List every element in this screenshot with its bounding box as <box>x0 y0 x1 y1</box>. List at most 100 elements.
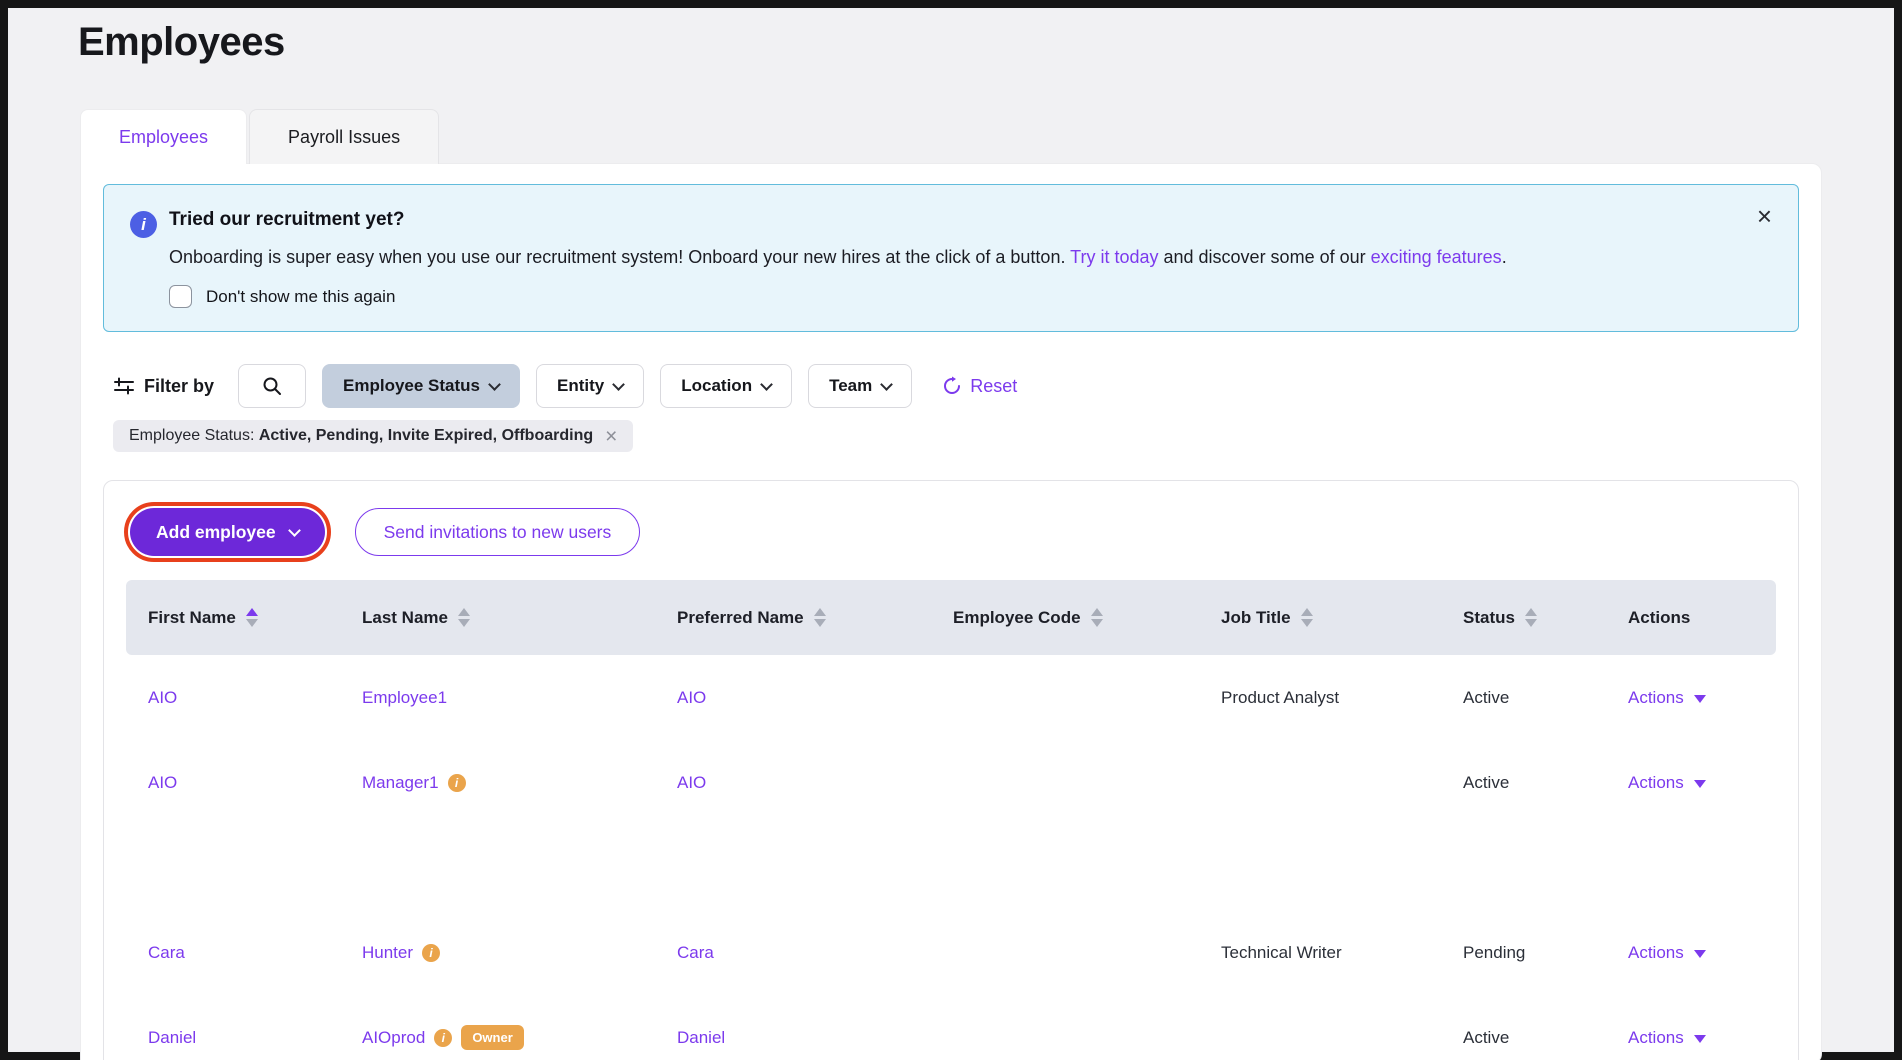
column-header-actions: Actions <box>1628 608 1776 628</box>
caret-down-icon <box>1694 695 1706 703</box>
column-header-status[interactable]: Status <box>1463 608 1628 628</box>
banner-text-2: and discover some of our <box>1159 247 1371 267</box>
column-header-job-title[interactable]: Job Title <box>1221 608 1463 628</box>
filter-team-label: Team <box>829 376 872 396</box>
status-cell: Active <box>1463 688 1628 708</box>
first-name-link[interactable]: AIO <box>148 773 362 793</box>
dont-show-again-label: Don't show me this again <box>206 287 395 307</box>
column-header-employee-code[interactable]: Employee Code <box>953 608 1221 628</box>
dont-show-again-row: Don't show me this again <box>169 285 395 308</box>
sort-icon[interactable] <box>246 608 258 627</box>
add-employee-highlight-ring: Add employee <box>124 502 331 562</box>
active-filters: Employee Status: Active, Pending, Invite… <box>113 420 1821 452</box>
table-toolbar: Add employee Send invitations to new use… <box>104 502 1798 562</box>
dont-show-again-checkbox[interactable] <box>169 285 192 308</box>
table-header: First Name Last Name Preferred Name Empl… <box>126 580 1776 655</box>
table-row: AIO Manager1 i AIO Active Actions <box>126 740 1776 825</box>
sort-icon[interactable] <box>1525 608 1537 627</box>
column-header-first-name[interactable]: First Name <box>148 608 362 628</box>
chevron-down-icon <box>288 524 301 537</box>
chevron-down-icon <box>760 378 773 391</box>
filter-sliders-icon <box>113 375 135 397</box>
column-header-preferred-name[interactable]: Preferred Name <box>677 608 953 628</box>
sort-icon[interactable] <box>1301 608 1313 627</box>
chevron-down-icon <box>612 378 625 391</box>
last-name-link[interactable]: Manager1 <box>362 773 439 793</box>
first-name-link[interactable]: Cara <box>148 943 362 963</box>
preferred-name-link[interactable]: Cara <box>677 943 953 963</box>
chevron-down-icon <box>488 378 501 391</box>
banner-title: Tried our recruitment yet? <box>169 209 404 231</box>
actions-menu-button[interactable]: Actions <box>1628 688 1776 708</box>
try-it-today-link[interactable]: Try it today <box>1070 247 1158 267</box>
banner-body: Onboarding is super easy when you use ou… <box>169 247 1507 268</box>
chevron-down-icon <box>880 378 893 391</box>
actions-menu-button[interactable]: Actions <box>1628 943 1776 963</box>
tab-employees[interactable]: Employees <box>80 109 247 164</box>
info-icon: i <box>130 211 157 238</box>
recruitment-banner: i Tried our recruitment yet? Onboarding … <box>103 184 1799 332</box>
table-row: Cara Hunter i Cara Technical Writer Pend… <box>126 910 1776 995</box>
add-employee-label: Add employee <box>156 522 276 543</box>
job-title-cell: Technical Writer <box>1221 943 1463 963</box>
info-icon[interactable]: i <box>448 774 466 792</box>
column-header-last-name[interactable]: Last Name <box>362 608 677 628</box>
employees-table-card: Add employee Send invitations to new use… <box>103 480 1799 1060</box>
caret-down-icon <box>1694 1035 1706 1043</box>
status-cell: Active <box>1463 1028 1628 1048</box>
reset-icon <box>942 376 962 396</box>
job-title-cell: Product Analyst <box>1221 688 1463 708</box>
preferred-name-link[interactable]: AIO <box>677 773 953 793</box>
preferred-name-link[interactable]: Daniel <box>677 1028 953 1048</box>
main-card: i Tried our recruitment yet? Onboarding … <box>80 163 1822 1060</box>
tab-bar: Employees Payroll Issues <box>80 109 439 164</box>
owner-badge: Owner <box>461 1025 523 1050</box>
search-button[interactable] <box>238 364 306 408</box>
chip-close-icon[interactable]: × <box>605 426 617 447</box>
employee-status-chip: Employee Status: Active, Pending, Invite… <box>113 420 633 452</box>
sort-icon[interactable] <box>458 608 470 627</box>
tab-payroll-issues-label: Payroll Issues <box>288 127 400 148</box>
filter-row: Filter by Employee Status Entity Locatio… <box>113 364 1821 408</box>
info-icon[interactable]: i <box>434 1029 452 1047</box>
filter-by: Filter by <box>113 375 214 397</box>
first-name-link[interactable]: Daniel <box>148 1028 362 1048</box>
status-cell: Active <box>1463 773 1628 793</box>
tab-payroll-issues[interactable]: Payroll Issues <box>249 109 439 164</box>
send-invitations-label: Send invitations to new users <box>384 522 612 543</box>
add-employee-button[interactable]: Add employee <box>130 508 325 556</box>
last-name-link[interactable]: Hunter <box>362 943 413 963</box>
sort-icon[interactable] <box>1091 608 1103 627</box>
status-cell: Pending <box>1463 943 1628 963</box>
actions-menu-button[interactable]: Actions <box>1628 773 1776 793</box>
filter-team-button[interactable]: Team <box>808 364 912 408</box>
info-icon[interactable]: i <box>422 944 440 962</box>
caret-down-icon <box>1694 950 1706 958</box>
filter-by-label: Filter by <box>144 376 214 397</box>
sort-icon[interactable] <box>814 608 826 627</box>
last-name-link[interactable]: AIOprod <box>362 1028 425 1048</box>
banner-close-icon[interactable]: × <box>1757 203 1772 229</box>
last-name-link[interactable]: Employee1 <box>362 688 447 708</box>
search-icon <box>262 376 282 396</box>
filter-location-button[interactable]: Location <box>660 364 792 408</box>
filter-employee-status-button[interactable]: Employee Status <box>322 364 520 408</box>
page: Employees Employees Payroll Issues i Tri… <box>8 8 1894 1052</box>
table-row: Daniel AIOprod i Owner Daniel Active Act… <box>126 995 1776 1060</box>
send-invitations-button[interactable]: Send invitations to new users <box>355 508 641 556</box>
reset-filters-button[interactable]: Reset <box>942 376 1017 397</box>
table-row: AIO Employee1 AIO Product Analyst Active… <box>126 655 1776 740</box>
preferred-name-link[interactable]: AIO <box>677 688 953 708</box>
filter-entity-label: Entity <box>557 376 604 396</box>
reset-label: Reset <box>970 376 1017 397</box>
table-body: AIO Employee1 AIO Product Analyst Active… <box>126 655 1776 1060</box>
filter-entity-button[interactable]: Entity <box>536 364 644 408</box>
first-name-link[interactable]: AIO <box>148 688 362 708</box>
tab-employees-label: Employees <box>119 127 208 148</box>
filter-employee-status-label: Employee Status <box>343 376 480 396</box>
actions-menu-button[interactable]: Actions <box>1628 1028 1776 1048</box>
exciting-features-link[interactable]: exciting features <box>1371 247 1502 267</box>
filter-location-label: Location <box>681 376 752 396</box>
caret-down-icon <box>1694 780 1706 788</box>
banner-text-3: . <box>1502 247 1507 267</box>
